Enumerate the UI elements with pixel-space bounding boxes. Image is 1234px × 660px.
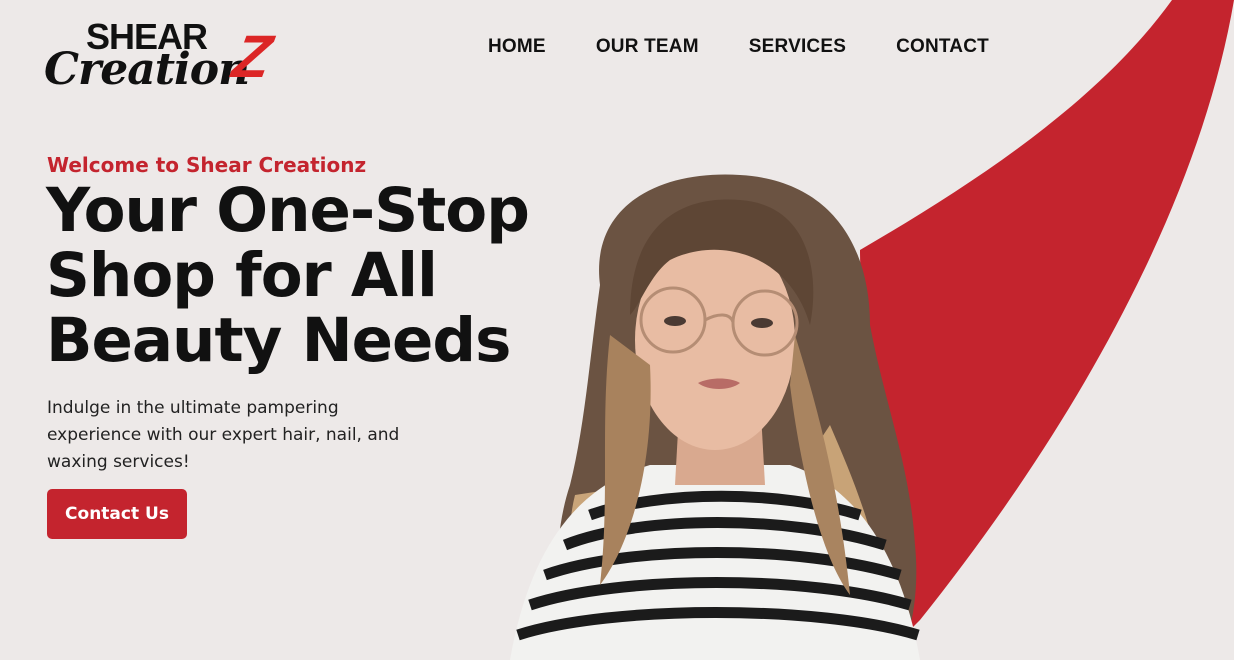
main-nav: HOME OUR TEAM SERVICES CONTACT bbox=[488, 36, 989, 58]
logo-accent-letter: Z bbox=[228, 23, 277, 90]
nav-our-team[interactable]: OUR TEAM bbox=[596, 36, 699, 58]
contact-us-button[interactable]: Contact Us bbox=[47, 489, 187, 539]
hero-eyebrow: Welcome to Shear Creationz bbox=[47, 153, 367, 177]
hero-description: Indulge in the ultimate pampering experi… bbox=[47, 398, 400, 472]
nav-home[interactable]: HOME bbox=[488, 36, 546, 58]
brand-logo[interactable]: SHEAR Creation Z bbox=[42, 16, 282, 96]
logo-bottom-text: Creation bbox=[44, 44, 250, 95]
nav-services[interactable]: SERVICES bbox=[749, 36, 846, 58]
woman-with-glasses-photo bbox=[510, 174, 920, 660]
nav-contact[interactable]: CONTACT bbox=[896, 36, 989, 58]
